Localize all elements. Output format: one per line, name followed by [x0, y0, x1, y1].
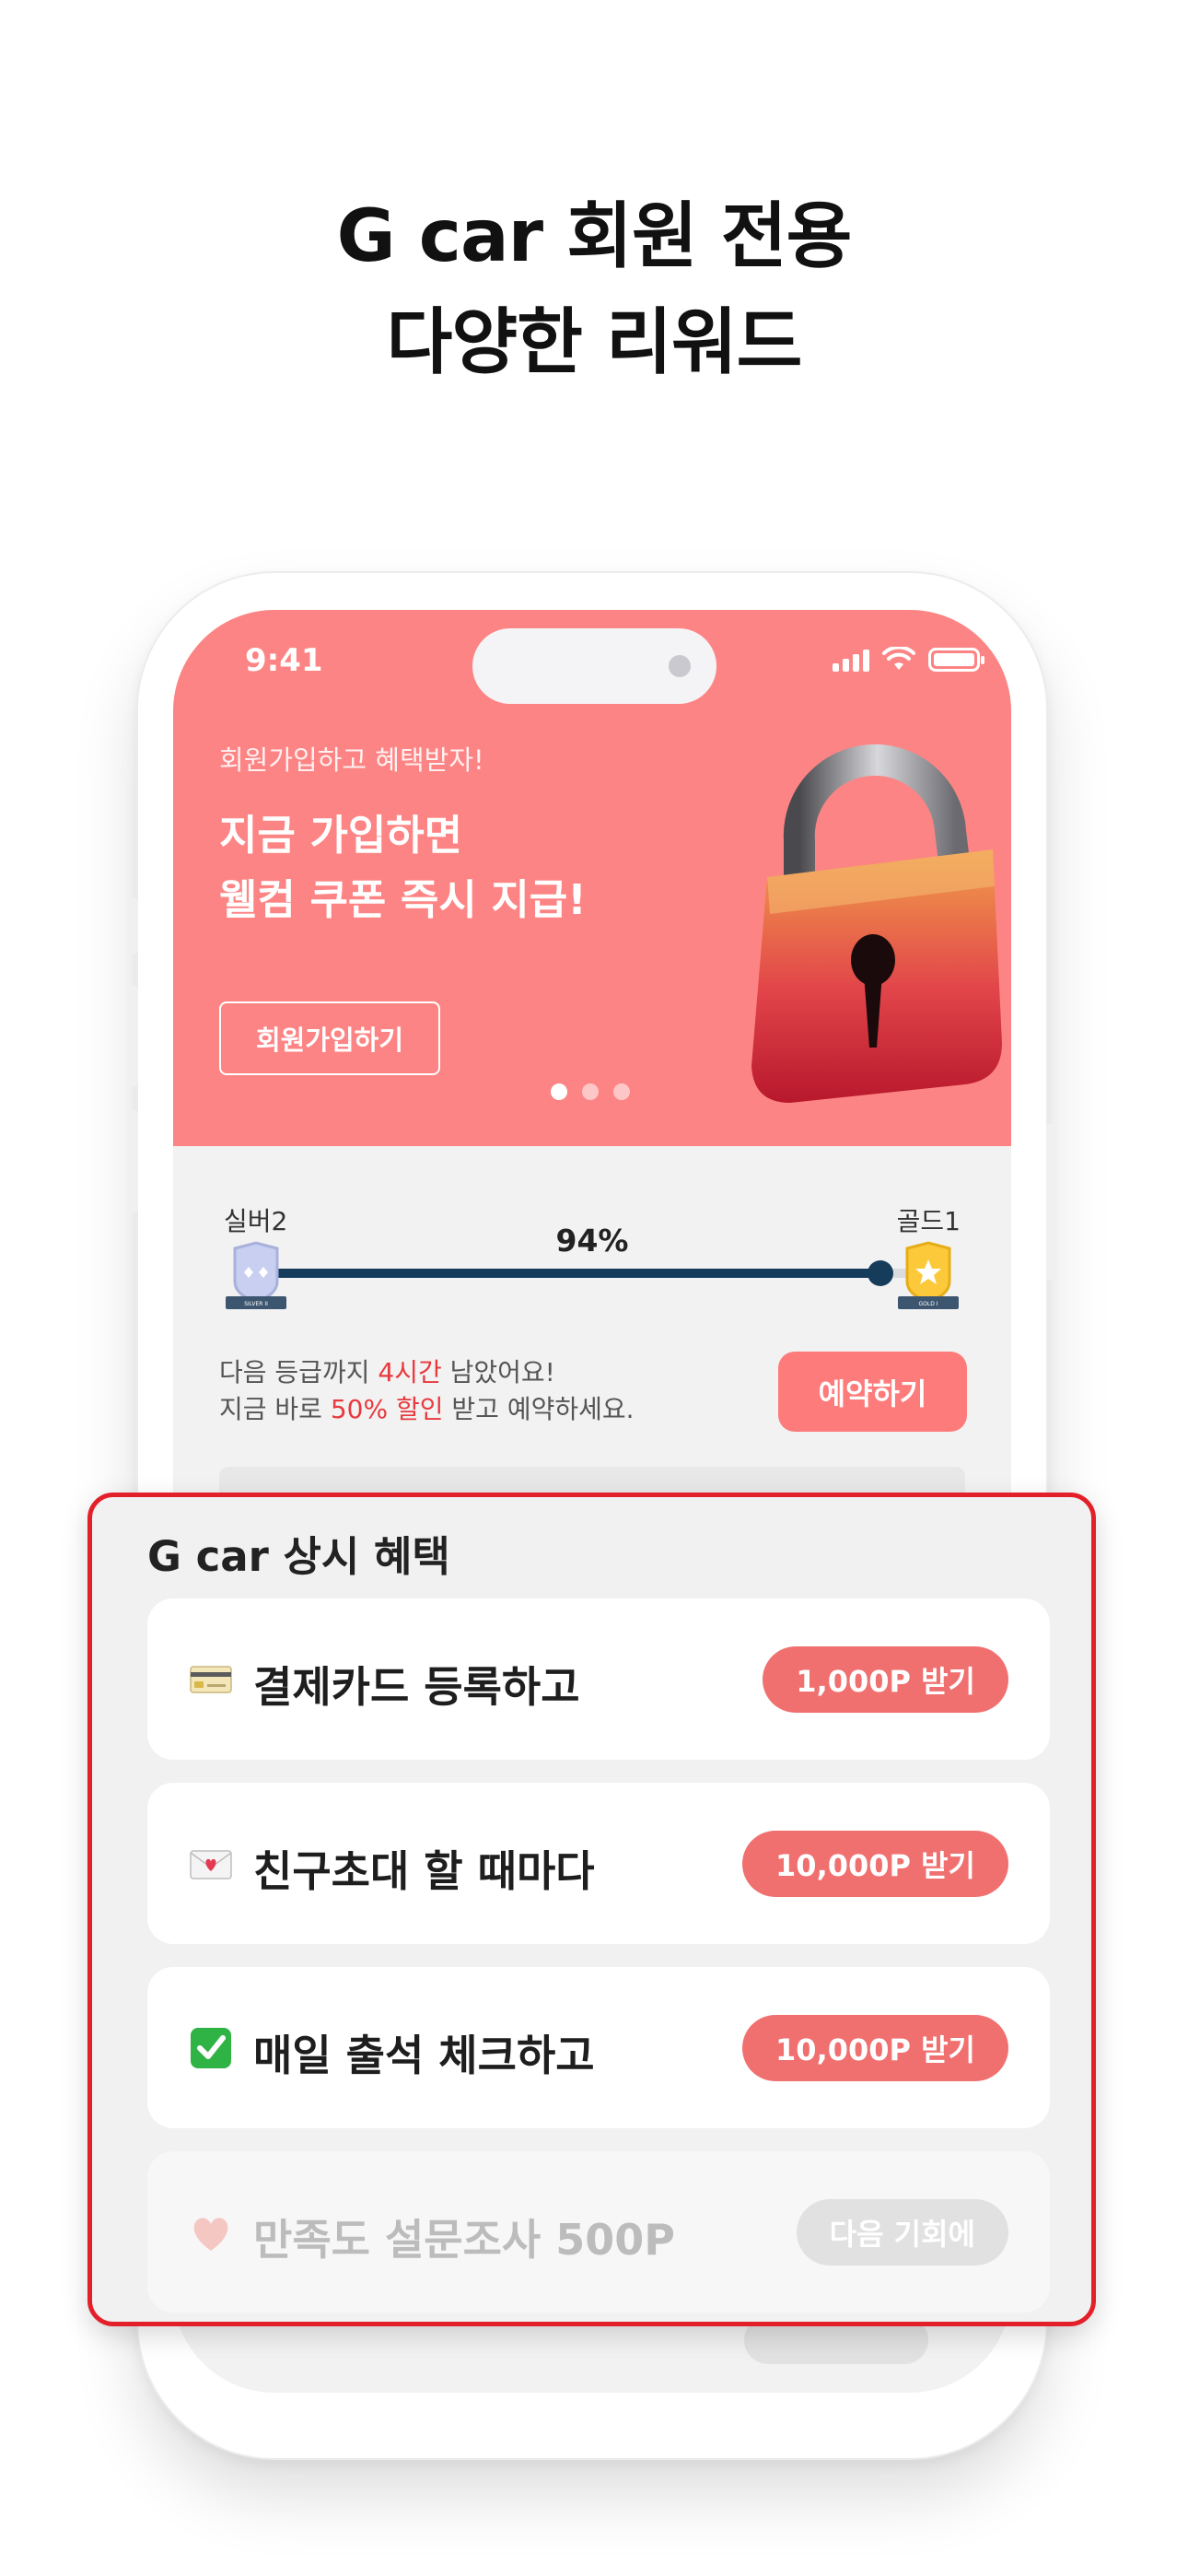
carousel-dot-2[interactable] [582, 1083, 599, 1100]
padlock-icon [751, 744, 1002, 1103]
join-button[interactable]: 회원가입하기 [219, 1001, 440, 1075]
banner-title: 지금 가입하면 웰컴 쿠폰 즉시 지급! [219, 803, 587, 932]
silver-badge-text: SILVER II [244, 1301, 268, 1307]
benefit-label: 결제카드 등록하고 [253, 1662, 580, 1712]
status-icons [833, 647, 984, 672]
banner-title-line1: 지금 가입하면 [219, 811, 463, 860]
benefits-title: G car 상시 혜택 [147, 1532, 450, 1581]
promo-banner[interactable]: 9:41 회원가입하고 혜택받자! 지금 가입하면 웰컴 쿠폰 즉시 지급! 회… [173, 610, 1011, 1146]
status-time: 9:41 [245, 642, 323, 679]
benefit-item-card[interactable]: 결제카드 등록하고 1,000P 받기 [147, 1598, 1050, 1760]
next-grade-info: 다음 등급까지 4시간 남았어요! 지금 바로 50% 할인 받고 예약하세요. [219, 1354, 635, 1428]
benefit-item-attendance[interactable]: 매일 출석 체크하고 10,000P 받기 [147, 1967, 1050, 2128]
banner-subtitle: 회원가입하고 혜택받자! [219, 744, 484, 776]
mute-switch [129, 898, 138, 954]
benefit-item-survey: 만족도 설문조사 500P 다음 기회에 [147, 2151, 1050, 2313]
benefit-action-button[interactable]: 10,000P 받기 [742, 2015, 1008, 2081]
benefit-label: 매일 출석 체크하고 [253, 2031, 595, 2080]
volume-down-button [129, 1110, 138, 1212]
gold-badge-text: GOLD I [918, 1301, 938, 1307]
carousel-indicator [551, 1083, 630, 1100]
heart-icon [193, 2218, 228, 2251]
battery-icon [928, 648, 984, 672]
headline: G car 회원 전용 다양한 리워드 [0, 184, 1188, 396]
power-button [1046, 1124, 1055, 1281]
discount-highlight: 50% 할인 [330, 1394, 444, 1424]
book-button[interactable]: 예약하기 [778, 1352, 967, 1432]
benefit-action-button[interactable]: 10,000P 받기 [742, 1831, 1008, 1897]
cellular-signal-icon [833, 650, 869, 672]
camera-icon [669, 655, 691, 677]
benefit-action-button[interactable]: 1,000P 받기 [763, 1646, 1008, 1713]
dynamic-island [472, 628, 716, 704]
benefits-panel: G car 상시 혜택 결제카드 등록하고 1,000P 받기 친구초대 할 때… [87, 1493, 1096, 2326]
carousel-dot-1[interactable] [551, 1083, 567, 1100]
remaining-time: 4시간 [378, 1357, 442, 1388]
silver-badge-icon: SILVER II [226, 1241, 286, 1309]
benefit-item-invite[interactable]: 친구초대 할 때마다 10,000P 받기 [147, 1783, 1050, 1944]
check-mark-icon [191, 2028, 231, 2068]
wifi-icon [882, 647, 915, 670]
banner-title-line2: 웰컴 쿠폰 즉시 지급! [219, 875, 587, 924]
grade-progress-fill [274, 1269, 880, 1278]
carousel-dot-3[interactable] [613, 1083, 630, 1100]
headline-line1: G car 회원 전용 [336, 195, 853, 278]
love-letter-icon [190, 1850, 232, 1879]
progress-percent: 94% [555, 1223, 629, 1259]
grade-progress-track [274, 1260, 919, 1286]
volume-up-button [129, 986, 138, 1087]
gold-badge-icon: GOLD I [898, 1241, 959, 1309]
headline-line2: 다양한 리워드 [386, 301, 803, 384]
benefit-label: 친구초대 할 때마다 [253, 1846, 595, 1896]
benefit-action-button-disabled: 다음 기회에 [796, 2199, 1008, 2266]
benefit-label: 만족도 설문조사 500P [253, 2215, 676, 2265]
grade-progress-knob [868, 1260, 893, 1286]
next-grade-line2: 지금 바로 50% 할인 받고 예약하세요. [219, 1394, 635, 1424]
next-grade-line1: 다음 등급까지 4시간 남았어요! [219, 1357, 555, 1388]
credit-card-icon [190, 1666, 232, 1693]
